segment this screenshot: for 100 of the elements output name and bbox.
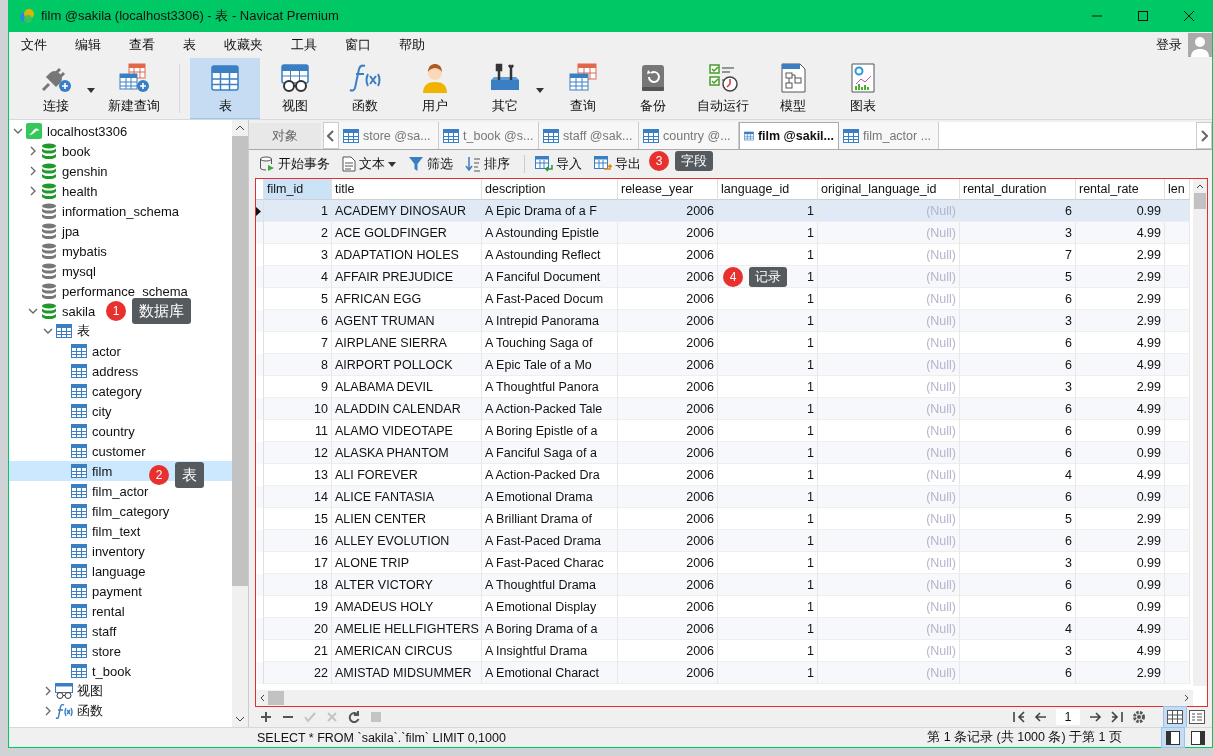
tree-item[interactable]: health: [26, 181, 100, 201]
toolbar-button[interactable]: 新建查询: [99, 58, 169, 119]
tree-item[interactable]: film_text: [56, 521, 143, 541]
tree-item[interactable]: book: [26, 141, 93, 161]
tree-item[interactable]: information_schema: [26, 201, 182, 221]
toolbar-button[interactable]: 导出: [590, 153, 645, 175]
toolbar-button[interactable]: 排序: [461, 153, 514, 175]
tab-scroll-left-button[interactable]: [323, 122, 339, 149]
login-link[interactable]: 登录: [1156, 36, 1182, 54]
menu-item[interactable]: 查看: [121, 36, 163, 54]
menu-item[interactable]: 帮助: [391, 36, 433, 54]
toolbar-button[interactable]: 其它: [470, 58, 548, 119]
table-cell: 6: [960, 200, 1076, 222]
tree-item[interactable]: sakila: [26, 301, 98, 321]
tree-item[interactable]: address: [56, 361, 141, 381]
menu-item[interactable]: 表: [175, 36, 204, 54]
tree-item[interactable]: city: [56, 401, 114, 421]
next-page-icon[interactable]: [1088, 711, 1102, 723]
row-pointer-icon: [256, 206, 261, 216]
form-view-button[interactable]: [1186, 707, 1208, 727]
objects-tab[interactable]: 对象: [249, 123, 321, 149]
scrollbar-thumb[interactable]: [1194, 193, 1206, 209]
tab[interactable]: country @...: [639, 122, 739, 149]
add-icon[interactable]: [259, 710, 273, 724]
toolbar-button[interactable]: 函数: [330, 58, 400, 119]
view-icon: [278, 62, 312, 94]
menu-item[interactable]: 窗口: [337, 36, 379, 54]
tree-item[interactable]: 视图: [41, 681, 105, 701]
grid-view-button[interactable]: [1164, 707, 1186, 727]
toolbar-button[interactable]: 表: [190, 58, 260, 119]
tree-item[interactable]: film_actor: [56, 481, 151, 501]
database-icon: [41, 202, 57, 220]
tree-item[interactable]: store: [56, 641, 123, 661]
table-cell: 3: [960, 222, 1076, 244]
collapse-icon[interactable]: [13, 126, 23, 136]
menu-item[interactable]: 文件: [13, 36, 55, 54]
table-cell: AMISTAD MIDSUMMER: [332, 662, 482, 684]
toolbar-button[interactable]: 文本: [338, 153, 400, 175]
left-panel-toggle[interactable]: [1162, 728, 1184, 747]
first-page-icon[interactable]: [1012, 711, 1026, 723]
tree-item[interactable]: actor: [56, 341, 123, 361]
toolbar-button[interactable]: 模型: [758, 58, 828, 119]
scrollbar-thumb[interactable]: [268, 691, 284, 705]
record-info: 第 1 条记录 (共 1000 条) 于第 1 页: [927, 729, 1122, 746]
toolbar-button[interactable]: 备份: [618, 58, 688, 119]
tab[interactable]: staff @sak...: [539, 122, 639, 149]
toolbar-button[interactable]: 自动运行: [688, 58, 758, 119]
table-cell: ALADDIN CALENDAR: [332, 398, 482, 420]
tree-item[interactable]: genshin: [26, 161, 110, 181]
menu-item[interactable]: 工具: [283, 36, 325, 54]
toolbar-button[interactable]: 筛选: [404, 153, 457, 175]
tree-item[interactable]: localhost3306: [11, 121, 130, 141]
tab[interactable]: film @sakil...: [739, 122, 839, 149]
callout-label: 数据库: [132, 298, 191, 324]
toolbar-button[interactable]: 图表: [828, 58, 898, 119]
table-cell: 10: [264, 398, 332, 420]
tree-item[interactable]: film: [56, 461, 115, 481]
table-icon: [843, 128, 859, 143]
toolbar-button[interactable]: 视图: [260, 58, 330, 119]
menu-item[interactable]: 编辑: [67, 36, 109, 54]
tree-item[interactable]: film_category: [56, 501, 172, 521]
tree-item[interactable]: country: [56, 421, 137, 441]
tree-item[interactable]: 函数: [41, 701, 105, 721]
page-field[interactable]: 1: [1056, 709, 1080, 725]
column-header[interactable]: film_id: [264, 179, 332, 200]
tree-item[interactable]: payment: [56, 581, 144, 601]
toolbar-button[interactable]: 查询: [548, 58, 618, 119]
toolbar-button[interactable]: 连接: [21, 58, 99, 119]
table-icon: [71, 504, 87, 518]
refresh-icon[interactable]: [347, 710, 361, 724]
toolbar-button[interactable]: 开始事务: [255, 153, 334, 175]
previous-page-icon[interactable]: [1034, 711, 1048, 723]
toolbar-button[interactable]: 导入: [531, 153, 586, 175]
tree-item[interactable]: mysql: [26, 261, 98, 281]
scrollbar-thumb[interactable]: [232, 136, 248, 586]
tree-item[interactable]: category: [56, 381, 144, 401]
last-page-icon[interactable]: [1110, 711, 1124, 723]
tree-item[interactable]: customer: [56, 441, 148, 461]
tree-item[interactable]: inventory: [56, 541, 147, 561]
table-cell: 4.99: [1076, 222, 1165, 244]
table-icon: [71, 444, 87, 458]
table-cell: 6: [960, 486, 1076, 508]
tab[interactable]: t_book @s...: [439, 122, 539, 149]
tab-scroll-right-button[interactable]: [1196, 122, 1212, 149]
tree-item[interactable]: jpa: [26, 221, 82, 241]
toolbar-button[interactable]: 用户: [400, 58, 470, 119]
tab[interactable]: store @sa...: [339, 122, 439, 149]
tree-item[interactable]: 表: [41, 321, 92, 341]
avatar-icon[interactable]: [1188, 33, 1212, 57]
settings-icon[interactable]: [1132, 710, 1146, 724]
tab[interactable]: film_actor ...: [839, 122, 939, 149]
table-cell: 2006: [618, 486, 718, 508]
tree-item[interactable]: mybatis: [26, 241, 109, 261]
tree-item[interactable]: t_book: [56, 661, 134, 681]
tree-item[interactable]: staff: [56, 621, 119, 641]
tree-item[interactable]: language: [56, 561, 148, 581]
tree-item[interactable]: performance_schema: [26, 281, 190, 301]
table-cell: 2006: [618, 662, 718, 684]
menu-item[interactable]: 收藏夹: [216, 36, 271, 54]
tree-item[interactable]: rental: [56, 601, 127, 621]
